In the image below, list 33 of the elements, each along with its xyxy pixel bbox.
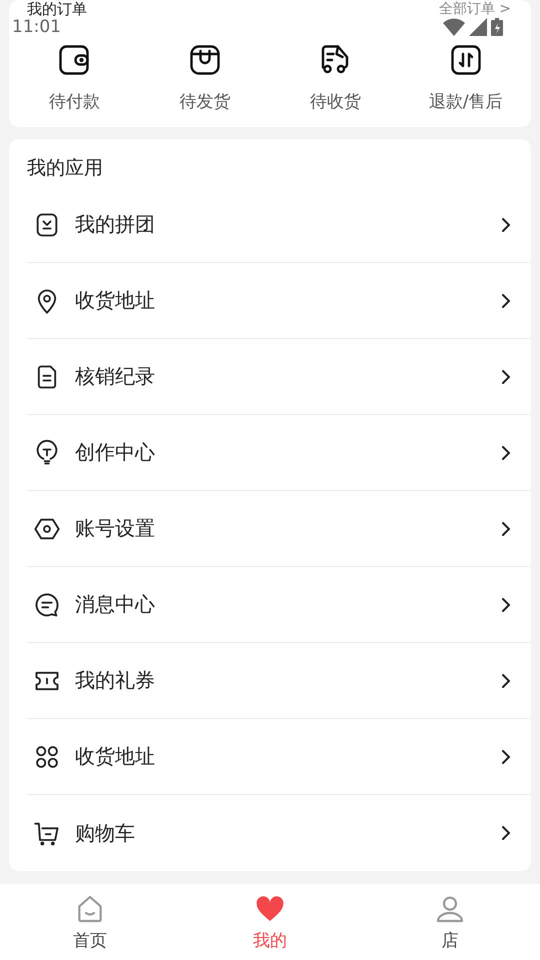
tab[interactable]: 首页 <box>0 884 180 960</box>
order-status-button[interactable]: 待付款 <box>9 42 140 113</box>
menu-item[interactable]: 我的礼券 <box>27 643 531 719</box>
tab[interactable]: 我的 <box>180 884 360 960</box>
menu-item[interactable]: 收货地址 <box>27 263 531 339</box>
chevron-right-icon <box>501 292 511 308</box>
menu-item[interactable]: 账号设置 <box>27 491 531 567</box>
chevron-right-icon <box>501 825 511 841</box>
menu-item[interactable]: 消息中心 <box>27 567 531 643</box>
menu-item[interactable]: 核销纪录 <box>27 339 531 415</box>
section-title: 我的应用 <box>27 156 104 181</box>
chevron-right-icon <box>501 368 511 384</box>
chevron-right-icon <box>501 672 511 688</box>
section-title: 我的订单 <box>27 0 87 18</box>
tab[interactable]: 店 <box>360 884 540 960</box>
chevron-right-icon <box>501 444 511 460</box>
menu-item[interactable]: 购物车 <box>27 795 531 871</box>
signal-icon <box>469 18 487 36</box>
menu-item[interactable]: 创作中心 <box>27 415 531 491</box>
message-icon <box>33 590 61 618</box>
menu-item[interactable]: 收货地址 <box>27 719 531 795</box>
menu-item[interactable]: 我的拼团 <box>27 187 531 263</box>
battery-icon <box>491 18 503 36</box>
all-orders-link[interactable]: 全部订单 > <box>438 0 511 18</box>
chevron-right-icon <box>501 216 511 232</box>
chevron-right-icon <box>501 748 511 764</box>
wifi-icon <box>443 18 465 36</box>
chevron-right-icon <box>501 520 511 536</box>
status-time: 11:01 <box>12 17 61 37</box>
chevron-right-icon <box>501 596 511 612</box>
order-status-button[interactable]: 待发货 <box>140 42 270 113</box>
order-status-button[interactable]: 退款/售后 <box>400 42 531 113</box>
order-status-button[interactable]: 待收货 <box>270 42 400 113</box>
